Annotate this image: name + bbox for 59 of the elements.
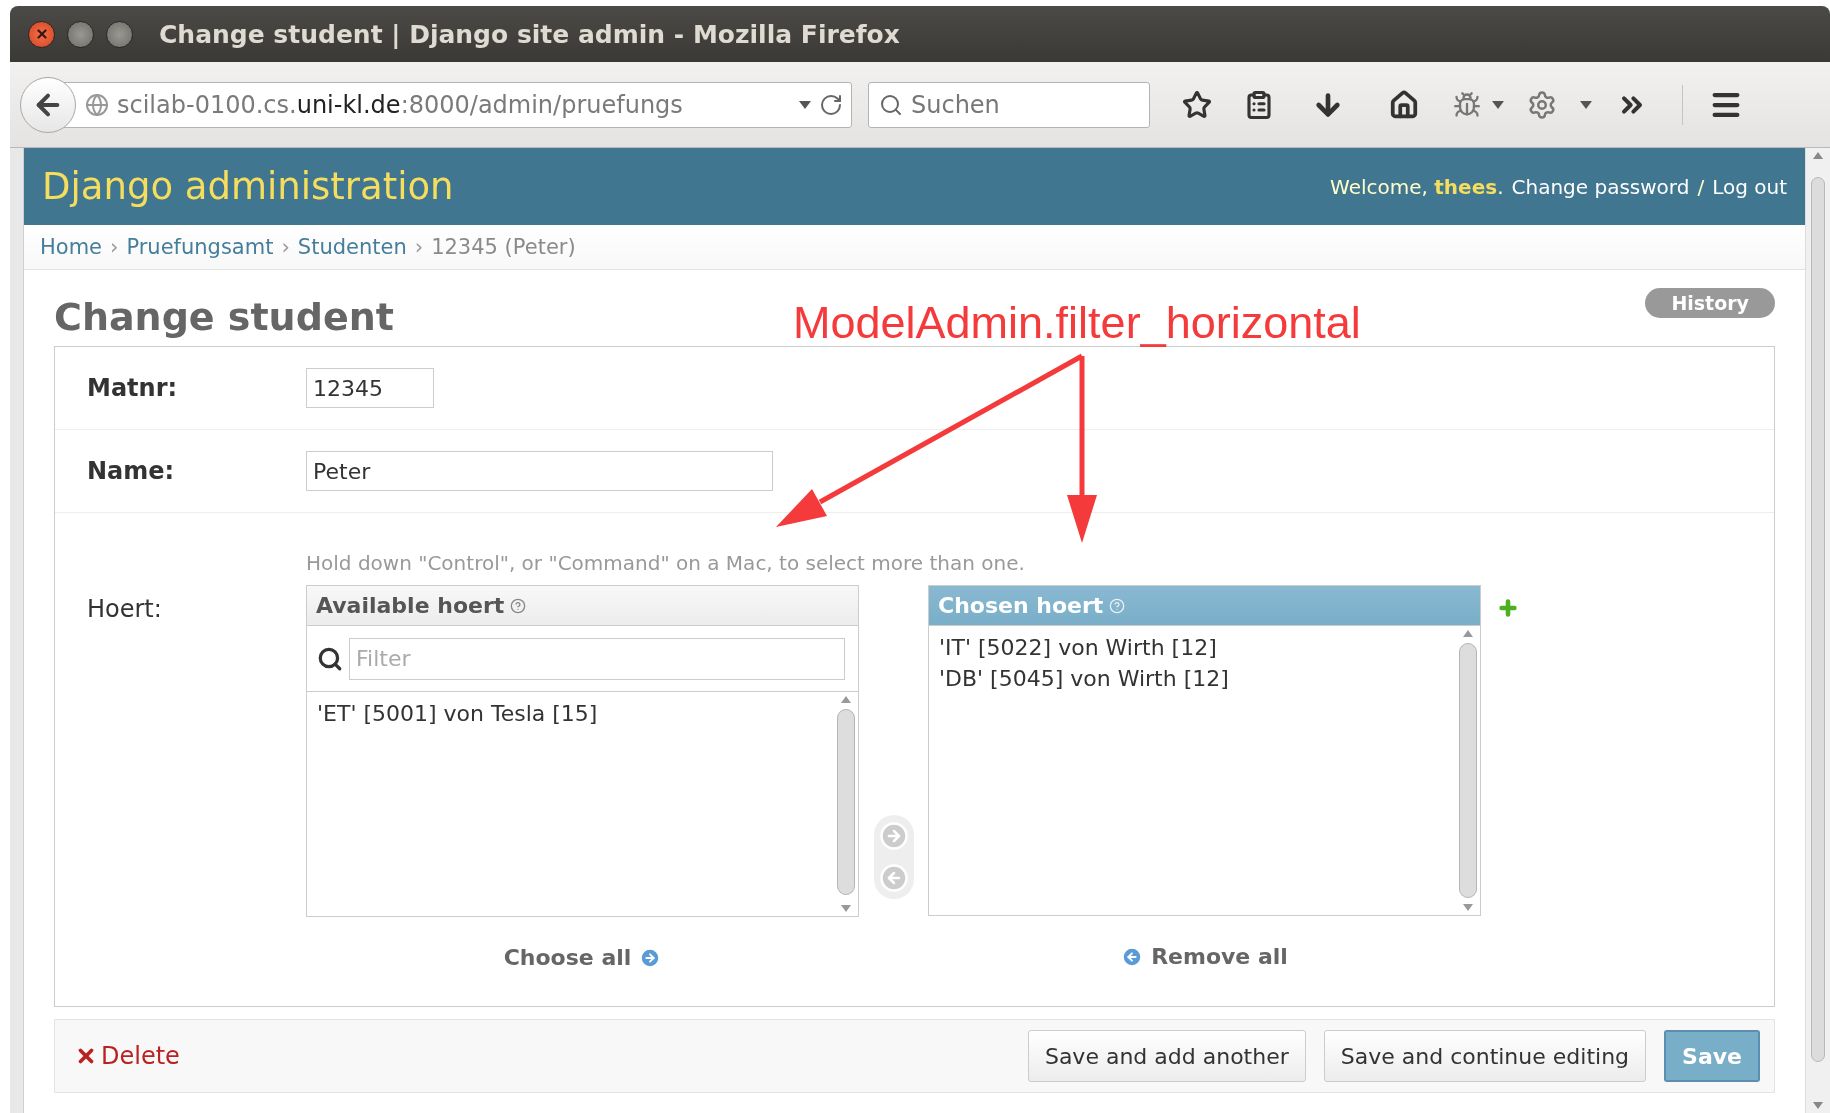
maximize-button[interactable] — [106, 20, 133, 48]
delete-link[interactable]: Delete — [75, 1042, 180, 1070]
scroll-up-icon[interactable] — [1813, 152, 1823, 159]
globe-icon — [85, 92, 109, 117]
change-password-link[interactable]: Change password — [1511, 174, 1690, 199]
scroll-up-icon[interactable] — [841, 696, 851, 703]
arrow-left-icon — [1121, 945, 1144, 968]
close-button[interactable] — [28, 20, 55, 48]
breadcrumb-link[interactable]: Home — [40, 235, 102, 259]
text-field[interactable]: Peter — [306, 451, 773, 491]
field-label: Hoert: — [87, 594, 163, 623]
page-title: Change student — [54, 294, 394, 339]
remove-all-link[interactable]: Remove all — [1121, 944, 1288, 969]
list-option[interactable]: 'IT' [5022] von Wirth [12] — [939, 632, 1446, 663]
dropdown-icon[interactable] — [799, 100, 811, 109]
help-text: Hold down "Control", or "Command" on a Mac, to select more than one. — [306, 551, 1026, 575]
window-title: Change student | Django site admin - Mozilla Firefox — [159, 19, 900, 49]
scroll-down-icon[interactable] — [1463, 904, 1473, 911]
submit-button[interactable]: Save and add another — [1027, 1030, 1306, 1082]
separator-text: / — [1697, 174, 1705, 199]
breadcrumb-link[interactable]: Pruefungsamt — [126, 235, 274, 259]
help-icon — [1109, 597, 1126, 614]
arrow-right-icon — [639, 946, 662, 969]
search-icon — [879, 92, 903, 117]
welcome-text: Welcome, thees. — [1330, 174, 1504, 199]
selector-title: Chosen hoert — [938, 593, 1104, 618]
list-option[interactable]: 'ET' [5001] von Tesla [15] — [317, 698, 824, 729]
site-title: Django administration — [42, 165, 454, 208]
minimize-button[interactable] — [67, 20, 94, 48]
reload-icon[interactable] — [819, 92, 843, 117]
caret-icon[interactable] — [1580, 100, 1592, 109]
search-field[interactable]: Suchen — [868, 81, 1150, 128]
url-field[interactable]: scilab-0100.cs.uni-kl.de:8000/admin/pruefungs — [62, 81, 852, 128]
scrollbar-thumb[interactable] — [1811, 177, 1825, 1062]
text-field[interactable]: 12345 — [306, 368, 434, 408]
selector-title: Available hoert — [316, 593, 505, 618]
caret-icon[interactable] — [1492, 100, 1504, 109]
field-label: Matnr: — [87, 374, 179, 402]
scroll-up-icon[interactable] — [1463, 630, 1473, 637]
breadcrumb-current: 12345 (Peter) — [431, 235, 576, 259]
scrollbar-thumb[interactable] — [1459, 643, 1477, 898]
scroll-down-icon[interactable] — [841, 905, 851, 912]
annotation-text: ModelAdmin.filter_horizontal — [793, 297, 1361, 349]
list-option[interactable]: 'DB' [5045] von Wirth [12] — [939, 663, 1446, 694]
help-icon — [510, 597, 527, 614]
log-out-link[interactable]: Log out — [1712, 174, 1787, 199]
search-icon — [317, 645, 343, 672]
choose-all-link[interactable]: Choose all — [503, 945, 662, 970]
field-label: Name: — [87, 457, 176, 485]
scrollbar-thumb[interactable] — [837, 709, 855, 895]
breadcrumb-separator: › — [281, 235, 290, 259]
close-icon — [34, 27, 49, 41]
add-icon[interactable] — [1497, 597, 1519, 619]
breadcrumb-separator: › — [414, 235, 424, 259]
scroll-down-icon[interactable] — [1813, 1102, 1823, 1109]
breadcrumb-separator: › — [110, 235, 119, 259]
breadcrumb-link[interactable]: Studenten — [297, 235, 407, 259]
filter-field[interactable]: Filter — [349, 637, 845, 680]
submit-button[interactable]: Save and continue editing — [1323, 1030, 1647, 1082]
